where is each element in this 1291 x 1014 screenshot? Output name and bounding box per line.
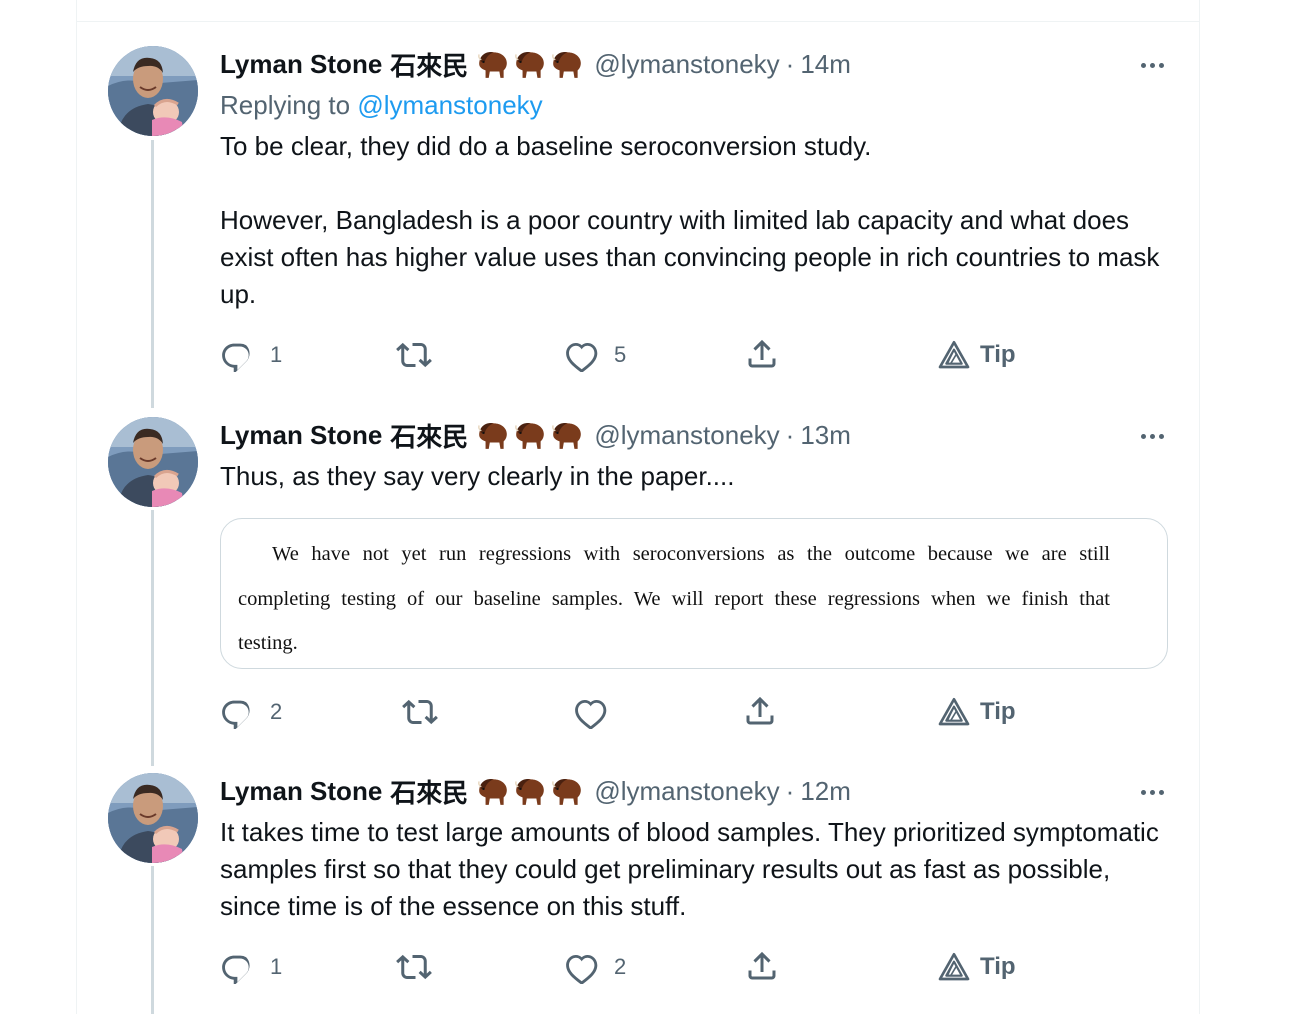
like-button[interactable]: [573, 694, 623, 730]
tweet-paragraph: To be clear, they did do a baseline sero…: [220, 131, 872, 161]
bison-icon: [550, 49, 584, 79]
reply-button[interactable]: 2: [220, 694, 282, 730]
reply-icon: [220, 338, 254, 372]
avatar-photo: [108, 773, 198, 863]
reply-icon: [220, 695, 254, 729]
tweet-header: Lyman Stone 石來民 @lymanstoneky · 13m: [220, 417, 851, 454]
bison-icon: [513, 776, 547, 806]
reply-icon: [220, 950, 254, 984]
tweet-paragraph: Thus, as they say very clearly in the pa…: [220, 461, 735, 491]
quoted-text-line: completing testing of our baseline sampl…: [238, 588, 1110, 610]
retweet-button[interactable]: [396, 949, 448, 985]
heart-icon: [564, 950, 598, 984]
replying-to-handle[interactable]: @lymanstoneky: [357, 90, 542, 120]
user-handle[interactable]: @lymanstoneky: [594, 776, 779, 807]
timestamp[interactable]: 12m: [800, 776, 851, 807]
share-icon: [742, 693, 778, 729]
tweet-paragraph: However, Bangladesh is a poor country wi…: [220, 205, 1160, 309]
share-button[interactable]: [742, 693, 778, 729]
tip-label: Tip: [980, 953, 1016, 980]
share-icon: [744, 336, 780, 372]
share-button[interactable]: [744, 336, 780, 372]
bison-icon: [476, 49, 510, 79]
bison-icon: [476, 420, 510, 450]
retweet-icon: [396, 337, 432, 373]
retweet-icon: [396, 949, 432, 985]
tip-label: Tip: [980, 698, 1016, 725]
top-divider: [76, 21, 1200, 22]
user-handle[interactable]: @lymanstoneky: [594, 420, 779, 451]
tip-button[interactable]: Tip: [938, 337, 1016, 373]
bison-icon: [476, 776, 510, 806]
reply-count: 1: [270, 954, 283, 979]
thread-connector-line: [151, 510, 154, 766]
like-button[interactable]: 5: [564, 337, 626, 373]
like-count: 2: [614, 954, 627, 979]
timestamp[interactable]: 13m: [800, 420, 851, 451]
quoted-text-line: testing.: [238, 632, 298, 654]
display-name-cjk[interactable]: 石來民: [390, 46, 468, 83]
tweet-text: It takes time to test large amounts of b…: [220, 814, 1170, 925]
bison-icon: [550, 420, 584, 450]
tip-icon: [938, 951, 970, 983]
reply-button[interactable]: 1: [220, 949, 282, 985]
tip-button[interactable]: Tip: [938, 694, 1016, 730]
thread-connector-line: [151, 866, 154, 1014]
quoted-text-line: We have not yet run regressions with ser…: [272, 543, 1110, 565]
bison-icon: [513, 49, 547, 79]
tweet-header: Lyman Stone 石來民 @lymanstoneky · 14m: [220, 46, 851, 83]
name-badges: [476, 776, 584, 806]
name-badges: [476, 420, 584, 450]
tip-icon: [938, 339, 970, 371]
retweet-button[interactable]: [402, 694, 454, 730]
tip-icon: [938, 696, 970, 728]
retweet-icon: [402, 694, 438, 730]
avatar[interactable]: [108, 417, 198, 507]
more-options-icon[interactable]: [1134, 50, 1170, 80]
separator-dot: ·: [785, 775, 795, 806]
share-icon: [744, 948, 780, 984]
heart-icon: [573, 695, 607, 729]
avatar-photo: [108, 417, 198, 507]
more-options-icon[interactable]: [1134, 777, 1170, 807]
tweet-paragraph: It takes time to test large amounts of b…: [220, 817, 1159, 921]
replying-to: Replying to @lymanstoneky: [220, 90, 543, 121]
separator-dot: ·: [785, 48, 795, 79]
reply-count: 1: [270, 342, 283, 367]
display-name-cjk[interactable]: 石來民: [390, 773, 468, 810]
thread-connector-line: [151, 140, 154, 408]
like-button[interactable]: 2: [564, 949, 626, 985]
quoted-image-card[interactable]: We have not yet run regressions with ser…: [220, 518, 1168, 669]
like-count: 5: [614, 342, 627, 367]
heart-icon: [564, 338, 598, 372]
bison-icon: [550, 776, 584, 806]
separator-dot: ·: [785, 419, 795, 450]
user-handle[interactable]: @lymanstoneky: [594, 49, 779, 80]
bison-icon: [513, 420, 547, 450]
tip-label: Tip: [980, 341, 1016, 368]
share-button[interactable]: [744, 948, 780, 984]
timestamp[interactable]: 14m: [800, 49, 851, 80]
retweet-button[interactable]: [396, 337, 448, 373]
tip-button[interactable]: Tip: [938, 949, 1016, 985]
display-name[interactable]: Lyman Stone: [220, 49, 382, 80]
avatar[interactable]: [108, 46, 198, 136]
reply-button[interactable]: 1: [220, 337, 282, 373]
display-name[interactable]: Lyman Stone: [220, 420, 382, 451]
avatar[interactable]: [108, 773, 198, 863]
more-options-icon[interactable]: [1134, 421, 1170, 451]
tweet-text: To be clear, they did do a baseline sero…: [220, 128, 1170, 313]
replying-to-label: Replying to: [220, 90, 351, 120]
reply-count: 2: [270, 699, 283, 724]
tweet-text: Thus, as they say very clearly in the pa…: [220, 458, 1170, 495]
tweet-header: Lyman Stone 石來民 @lymanstoneky · 12m: [220, 773, 851, 810]
display-name-cjk[interactable]: 石來民: [390, 417, 468, 454]
avatar-photo: [108, 46, 198, 136]
display-name[interactable]: Lyman Stone: [220, 776, 382, 807]
name-badges: [476, 49, 584, 79]
